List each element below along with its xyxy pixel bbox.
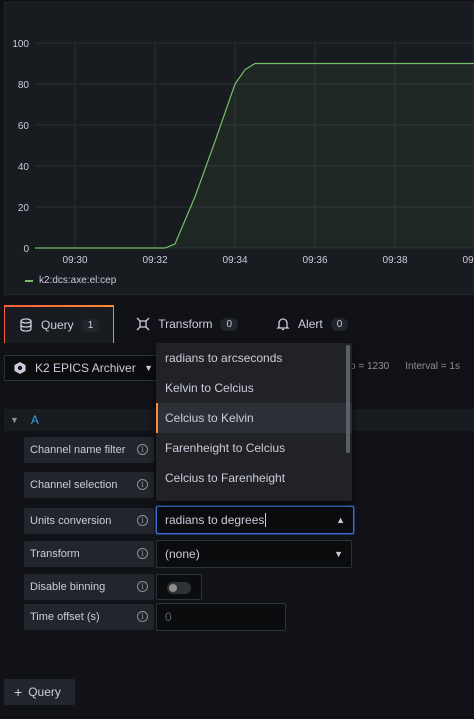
x-tick-label: 09:40: [462, 255, 474, 266]
tab-query-count: 1: [81, 318, 100, 332]
query-tabs: Query 1 Transform 0 Alert 0: [0, 305, 474, 343]
switch-track: [167, 582, 191, 594]
max-data-points: o = 1230: [350, 361, 390, 372]
x-tick-label: 09:32: [142, 255, 167, 266]
channel-selection-label: Channel selection i: [24, 472, 154, 498]
transform-text: Transform: [30, 548, 80, 560]
tab-alert-label: Alert: [298, 317, 323, 331]
units-conversion-menu: radians to arcseconds Kelvin to Celcius …: [156, 343, 352, 501]
channel-name-filter-label: Channel name filter i: [24, 437, 154, 463]
chevron-down-icon: ▼: [144, 363, 153, 373]
menu-item[interactable]: Kelvin to Celcius: [156, 373, 352, 403]
datasource-picker[interactable]: K2 EPICS Archiver ▼: [4, 355, 162, 381]
transform-icon: [136, 317, 150, 331]
legend-swatch: [25, 279, 33, 282]
query-options-info[interactable]: o = 1230 Interval = 1s: [350, 361, 460, 372]
units-conversion-text: Units conversion: [30, 515, 112, 527]
disable-binning-switch[interactable]: [156, 574, 202, 600]
channel-selection-text: Channel selection: [30, 479, 118, 491]
channel-name-filter-text: Channel name filter: [30, 444, 126, 456]
tab-alert-count: 0: [330, 317, 349, 331]
add-query-label: Query: [28, 685, 61, 699]
info-icon[interactable]: i: [137, 581, 148, 592]
plus-icon: +: [14, 684, 23, 700]
y-tick-label: 60: [18, 121, 30, 132]
series-area: [35, 63, 474, 248]
menu-item[interactable]: Celcius to Farenheight: [156, 463, 352, 493]
interval-info: Interval = 1s: [405, 361, 460, 372]
disable-binning-label: Disable binning i: [24, 574, 154, 600]
add-query-button[interactable]: + Query: [4, 679, 75, 705]
tab-transform-label: Transform: [158, 317, 213, 331]
menu-item[interactable]: radians to arcseconds: [156, 343, 352, 373]
info-icon[interactable]: i: [137, 444, 148, 455]
transform-label: Transform i: [24, 541, 154, 567]
info-icon[interactable]: i: [137, 611, 148, 622]
bell-icon: [276, 318, 290, 331]
datasource-name: K2 EPICS Archiver: [35, 361, 136, 375]
time-offset-label: Time offset (s) i: [24, 604, 154, 630]
info-icon[interactable]: i: [137, 479, 148, 490]
menu-item-highlighted[interactable]: Celcius to Kelvin: [156, 403, 352, 433]
graph-panel: 0 20 40 60 80 100 09:30 09:32 09:34 09:36 09:38 09:…: [4, 2, 474, 295]
legend-label: k2:dcs:axe:el:cep: [39, 275, 117, 286]
transform-value: (none): [165, 547, 200, 561]
menu-item[interactable]: Farenheight to Celcius: [156, 433, 352, 463]
tab-alert[interactable]: Alert 0: [262, 305, 362, 343]
time-offset-input[interactable]: 0: [156, 603, 286, 631]
text-cursor: [265, 513, 267, 527]
y-tick-label: 20: [18, 203, 30, 214]
units-conversion-select[interactable]: radians to degrees ▲: [156, 506, 354, 534]
y-tick-label: 0: [23, 244, 29, 255]
y-tick-label: 40: [18, 162, 30, 173]
tab-transform-count: 0: [220, 317, 239, 331]
menu-scrollbar[interactable]: [346, 345, 350, 453]
time-offset-text: Time offset (s): [30, 611, 100, 623]
time-offset-placeholder: 0: [165, 610, 172, 624]
units-conversion-value: radians to degrees: [165, 513, 265, 527]
disable-binning-text: Disable binning: [30, 581, 106, 593]
switch-knob: [169, 584, 177, 592]
info-icon[interactable]: i: [137, 515, 148, 526]
transform-select[interactable]: (none) ▼: [156, 540, 352, 568]
chevron-up-icon: ▲: [336, 515, 345, 525]
legend[interactable]: k2:dcs:axe:el:cep: [25, 275, 116, 286]
x-tick-label: 09:36: [302, 255, 327, 266]
datasource-icon: [14, 362, 26, 374]
database-icon: [20, 318, 32, 332]
collapse-chevron-icon[interactable]: ▼: [10, 415, 19, 425]
line-chart: 0 20 40 60 80 100 09:30 09:32 09:34 09:36 09:38 09:…: [12, 39, 474, 266]
tab-transform[interactable]: Transform 0: [122, 305, 252, 343]
x-tick-label: 09:38: [382, 255, 407, 266]
info-icon[interactable]: i: [137, 548, 148, 559]
y-tick-label: 80: [18, 80, 30, 91]
x-tick-label: 09:30: [62, 255, 87, 266]
units-conversion-label: Units conversion i: [24, 508, 154, 534]
y-tick-label: 100: [12, 39, 29, 50]
tab-query[interactable]: Query 1: [4, 305, 115, 343]
chevron-down-icon: ▼: [334, 549, 343, 559]
tab-query-label: Query: [41, 318, 74, 332]
query-ref-id[interactable]: A: [31, 413, 39, 427]
x-tick-label: 09:34: [222, 255, 247, 266]
